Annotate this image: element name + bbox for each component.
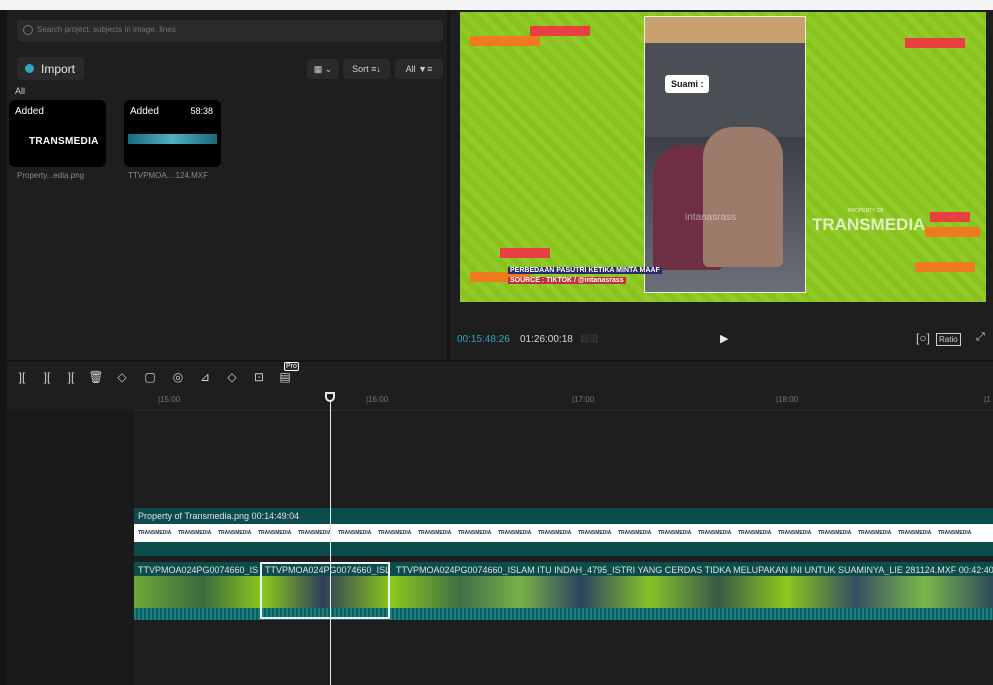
fit-icon[interactable]: [○] <box>916 331 930 345</box>
clip-label: Property of Transmedia.png 00:14:49:04 <box>138 511 300 521</box>
timecode-format-icon[interactable]: ▥▥ <box>580 333 599 344</box>
caption-line-2: SOURCE : TIKTOK / @intanasrass <box>508 277 626 284</box>
ruler-tick: |15:00 <box>158 395 181 404</box>
clip-thumbnail-strip: TRANSMEDIA TRANSMEDIA TRANSMEDIA TRANSME… <box>134 524 993 542</box>
track-header-column <box>7 410 134 685</box>
media-item-transmedia[interactable]: Added TRANSMEDIA <box>9 100 106 167</box>
thumb-logo: TRANSMEDIA <box>138 530 172 536</box>
timeline-ruler[interactable] <box>7 392 993 411</box>
marker-icon[interactable]: ◇ <box>114 370 130 384</box>
pro-badge: Pro <box>284 362 299 371</box>
thumb-logo: TRANSMEDIA <box>938 530 972 536</box>
sort-icon: ≡↓ <box>371 64 381 74</box>
play-icon[interactable]: ▶ <box>720 332 728 345</box>
total-time: 01:26:00:18 <box>520 334 573 345</box>
brush-decoration <box>915 262 975 272</box>
selected-clip[interactable] <box>260 562 390 619</box>
brush-decoration <box>500 248 550 258</box>
thumb-logo: TRANSMEDIA <box>178 530 212 536</box>
ruler-tick: |17:00 <box>572 395 595 404</box>
thumb-logo: TRANSMEDIA <box>658 530 692 536</box>
thumb-logo: TRANSMEDIA <box>538 530 572 536</box>
filter-label: All <box>405 64 416 74</box>
filter-button[interactable]: All ▼≡ <box>395 59 443 79</box>
thumb-logo: TRANSMEDIA <box>738 530 772 536</box>
thumb-logo: TRANSMEDIA <box>458 530 492 536</box>
filter-icon: ▼≡ <box>418 64 433 74</box>
thumb-logo: TRANSMEDIA <box>578 530 612 536</box>
crop-icon[interactable]: ⊡ <box>251 370 267 384</box>
media-item-video[interactable]: Added 58:38 <box>124 100 221 167</box>
brush-decoration <box>925 227 980 237</box>
brush-decoration <box>905 38 965 48</box>
import-icon <box>25 64 34 73</box>
media-item-name: Property...edia.png <box>17 171 85 180</box>
mirror-icon[interactable]: ⊿ <box>197 370 213 384</box>
playhead-handle[interactable] <box>325 392 335 402</box>
import-button[interactable]: Import <box>17 57 84 80</box>
grid-icon: ▦ ⌄ <box>313 64 333 74</box>
section-label: All <box>15 86 26 96</box>
media-panel: Search project, subjects in image, lines… <box>7 10 447 360</box>
brush-decoration <box>930 212 970 222</box>
ratio-button[interactable]: Ratio <box>936 333 961 346</box>
duration-label: 58:38 <box>190 106 213 116</box>
speed-icon[interactable]: ◎ <box>170 370 186 384</box>
split-right-icon[interactable]: ][ <box>63 370 79 384</box>
ruler-tick: |18:00 <box>776 395 799 404</box>
split-left-icon[interactable]: ][ <box>39 370 55 384</box>
search-input[interactable]: Search project, subjects in image, lines <box>17 20 443 42</box>
import-label: Import <box>41 62 76 76</box>
thumb-logo: TRANSMEDIA <box>698 530 732 536</box>
fullscreen-icon[interactable]: ⤢ <box>976 331 985 344</box>
thumb-logo: TRANSMEDIA <box>418 530 452 536</box>
top-border <box>0 0 993 10</box>
rotate-icon[interactable]: ◇ <box>224 370 240 384</box>
thumb-logo: TRANSMEDIA <box>338 530 372 536</box>
sort-label: Sort <box>352 64 369 74</box>
arabic-banner <box>645 17 805 43</box>
view-mode-button[interactable]: ▦ ⌄ <box>307 59 339 79</box>
thumb-logo: TRANSMEDIA <box>218 530 252 536</box>
ruler-tick: |1 <box>984 395 991 404</box>
media-item-name: TTVPMOA....124.MXF <box>128 171 209 180</box>
pro-feature-icon[interactable]: ▤ <box>277 370 293 384</box>
split-icon[interactable]: ][ <box>14 370 30 384</box>
watermark-small: PROPERTY OF <box>848 208 884 214</box>
clip-label: TTVPMOA024PG0074660_ISL <box>138 565 258 575</box>
thumb-logo: TRANSMEDIA <box>858 530 892 536</box>
thumb-logo: TRANSMEDIA <box>618 530 652 536</box>
thumb-logo: TRANSMEDIA <box>258 530 292 536</box>
thumb-logo: TRANSMEDIA <box>778 530 812 536</box>
clip-label: TTVPMOA024PG0074660_ISLAM ITU INDAH_4795… <box>396 565 993 575</box>
added-badge: Added <box>130 106 159 117</box>
thumb-logo: TRANSMEDIA <box>898 530 932 536</box>
caption-line-1: PERBEDAAN PASUTRI KETIKA MINTA MAAF <box>508 267 662 274</box>
thumb-logo: TRANSMEDIA <box>818 530 852 536</box>
search-icon <box>23 25 33 35</box>
person-figure <box>703 127 783 267</box>
thumb-logo: TRANSMEDIA <box>498 530 532 536</box>
thumb-logo: TRANSMEDIA <box>378 530 412 536</box>
thumb-logo: TRANSMEDIA <box>29 136 99 147</box>
freeze-icon[interactable]: ▢ <box>142 370 158 384</box>
video-frame[interactable]: Suami : intanasrass <box>644 16 806 293</box>
video-thumbnail <box>128 134 217 144</box>
sort-button[interactable]: Sort ≡↓ <box>343 59 390 79</box>
watermark: TRANSMEDIA <box>812 215 926 234</box>
playhead[interactable] <box>330 392 331 685</box>
thumb-logo: TRANSMEDIA <box>298 530 332 536</box>
added-badge: Added <box>15 106 44 117</box>
brush-decoration <box>470 36 540 46</box>
search-placeholder: Search project, subjects in image, lines <box>37 25 176 34</box>
tiktok-handle: intanasrass <box>685 212 737 223</box>
brush-decoration <box>530 26 590 36</box>
current-time: 00:15:48:26 <box>457 334 510 345</box>
delete-icon[interactable]: 🗑 <box>88 370 104 384</box>
overlay-label: Suami : <box>671 79 704 89</box>
ruler-tick: |16:00 <box>366 395 389 404</box>
